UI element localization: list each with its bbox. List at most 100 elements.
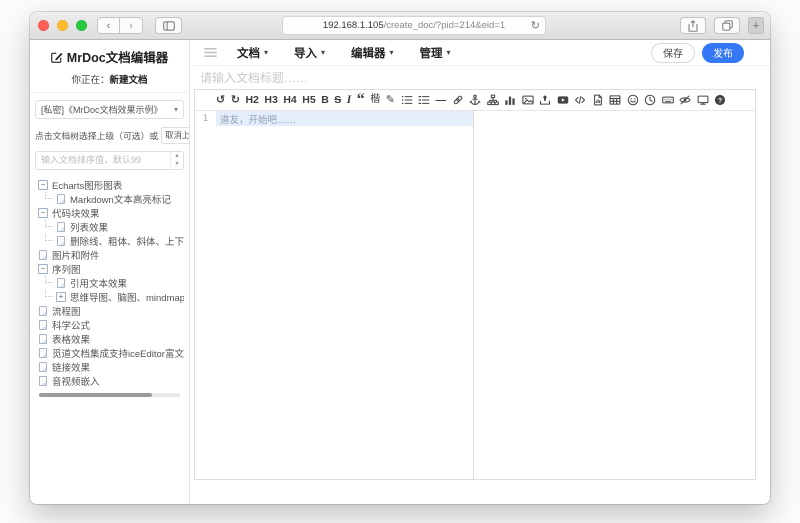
number-stepper[interactable]: ▲ ▼ — [170, 152, 183, 169]
collapse-icon[interactable]: − — [38, 208, 48, 218]
heading5-icon[interactable]: H5 — [302, 94, 315, 106]
collapse-icon[interactable]: − — [38, 180, 48, 190]
preview-icon[interactable] — [697, 94, 709, 106]
document-icon — [39, 320, 47, 330]
tree-item[interactable]: 链接效果 — [35, 360, 184, 374]
italic-icon[interactable]: I — [347, 94, 351, 106]
tree-item-label[interactable]: 图片和附件 — [52, 248, 100, 262]
tree-item[interactable]: 图片和附件 — [35, 248, 184, 262]
tree-item[interactable]: −代码块效果 — [35, 206, 184, 220]
forward-button[interactable]: › — [120, 17, 143, 34]
tree-item[interactable]: 音视频嵌入 — [35, 374, 184, 388]
menu-editor[interactable]: 编辑器 ▾ — [351, 45, 394, 61]
menu-import[interactable]: 导入 ▾ — [294, 45, 325, 61]
chart-icon[interactable] — [504, 94, 516, 106]
publish-button[interactable]: 发布 — [702, 43, 744, 63]
heading3-icon[interactable]: H3 — [264, 94, 277, 106]
tree-item[interactable]: 流程图 — [35, 304, 184, 318]
html-entities-icon[interactable] — [662, 94, 674, 106]
tree-item-label[interactable]: 列表效果 — [70, 220, 108, 234]
font-format-icon[interactable]: 楷 — [370, 94, 380, 106]
tree-item-label[interactable]: 思维导图、脑图、mindmap — [70, 290, 184, 304]
tree-item[interactable]: 科学公式 — [35, 318, 184, 332]
main-area: 文档 ▾ 导入 ▾ 编辑器 ▾ 管理 ▾ 保存 发布 ↺ ↻ H2 — [190, 40, 770, 503]
attachment-file-icon[interactable] — [592, 94, 604, 106]
help-icon[interactable]: ? — [714, 94, 726, 106]
edit-pane[interactable]: 道友，开始吧…… — [216, 111, 474, 479]
tree-item[interactable]: 列表效果 — [35, 220, 184, 234]
sidebar: MrDoc文档编辑器 你正在：新建文档 [私密]《MrDoc文档效果示例》 ▾ … — [30, 40, 190, 503]
tree-item-label[interactable]: 流程图 — [52, 304, 81, 318]
strikethrough-icon[interactable]: S — [334, 94, 341, 106]
tree-item-label[interactable]: Markdown文本高亮标记 — [70, 192, 171, 206]
tree-item-label[interactable]: Echarts图形图表 — [52, 178, 122, 192]
image-icon[interactable] — [522, 94, 534, 106]
table-icon[interactable] — [609, 94, 621, 106]
upload-icon[interactable] — [539, 94, 551, 106]
redo-icon[interactable]: ↻ — [231, 94, 240, 106]
stepper-up-icon[interactable]: ▲ — [171, 152, 183, 161]
zoom-window-button[interactable] — [76, 20, 87, 31]
tree-item-label[interactable]: 删除线、粗体、斜体、上下标 — [70, 234, 184, 248]
tree-item-label[interactable]: 引用文本效果 — [70, 276, 127, 290]
tree-item-label[interactable]: 代码块效果 — [52, 206, 100, 220]
datetime-icon[interactable] — [644, 94, 656, 106]
menu-toggle-icon[interactable] — [204, 47, 217, 58]
emoji-icon[interactable] — [627, 94, 639, 106]
tree-item-label[interactable]: 序列图 — [52, 262, 81, 276]
tree-item-label[interactable]: 链接效果 — [52, 360, 90, 374]
new-tab-icon[interactable]: + — [748, 17, 764, 34]
cancel-parent-button[interactable]: 取消上级 — [161, 127, 190, 144]
sort-order-input[interactable] — [36, 155, 170, 165]
expand-icon[interactable]: + — [56, 292, 66, 302]
menu-manage[interactable]: 管理 ▾ — [420, 45, 451, 61]
document-icon — [57, 194, 65, 204]
tree-item[interactable]: Markdown文本高亮标记 — [35, 192, 184, 206]
stepper-down-icon[interactable]: ▼ — [171, 160, 183, 169]
video-icon[interactable] — [557, 94, 569, 106]
minimize-window-button[interactable] — [57, 20, 68, 31]
tree-item-label[interactable]: 觅道文档集成支持iceEditor富文本编辑器 — [52, 346, 184, 360]
tree-item[interactable]: + 思维导图、脑图、mindmap — [35, 290, 184, 304]
tree-connector-line — [45, 290, 53, 298]
menu-manage-label: 管理 — [420, 45, 443, 61]
tree-item[interactable]: 引用文本效果 — [35, 276, 184, 290]
watch-icon[interactable] — [679, 94, 691, 106]
undo-icon[interactable]: ↺ — [216, 94, 225, 106]
sitemap-icon[interactable] — [487, 94, 499, 106]
tree-item-label[interactable]: 科学公式 — [52, 318, 90, 332]
tree-item-label[interactable]: 表格效果 — [52, 332, 90, 346]
tab-overview-icon[interactable] — [714, 17, 740, 34]
ordered-list-icon[interactable] — [418, 94, 430, 106]
link-icon[interactable] — [452, 94, 464, 106]
sidebar-toggle-icon[interactable] — [155, 17, 182, 34]
horizontal-rule-icon[interactable]: — — [436, 94, 447, 106]
share-icon[interactable] — [680, 17, 706, 34]
heading2-icon[interactable]: H2 — [245, 94, 258, 106]
tree-item[interactable]: 觅道文档集成支持iceEditor富文本编辑器 — [35, 346, 184, 360]
highlight-pen-icon[interactable]: ✎ — [386, 94, 395, 106]
save-button[interactable]: 保存 — [651, 43, 695, 63]
tree-item[interactable]: −序列图 — [35, 262, 184, 276]
tree-item-label[interactable]: 音视频嵌入 — [52, 374, 100, 388]
tree-scrollbar-thumb[interactable] — [39, 393, 152, 397]
collapse-icon[interactable]: − — [38, 264, 48, 274]
code-icon[interactable] — [574, 94, 586, 106]
bold-icon[interactable]: B — [321, 94, 329, 106]
project-select[interactable]: [私密]《MrDoc文档效果示例》 ▾ — [35, 100, 184, 119]
unordered-list-icon[interactable] — [401, 94, 413, 106]
close-window-button[interactable] — [38, 20, 49, 31]
menu-document[interactable]: 文档 ▾ — [237, 45, 268, 61]
tree-item[interactable]: −Echarts图形图表 — [35, 178, 184, 192]
heading4-icon[interactable]: H4 — [283, 94, 296, 106]
quote-icon[interactable]: “ — [357, 95, 365, 105]
back-button[interactable]: ‹ — [97, 17, 120, 34]
reload-icon[interactable]: ↻ — [531, 19, 540, 32]
address-bar[interactable]: 192.168.1.105/create_doc/?pid=214&eid=1 … — [282, 16, 546, 35]
active-line[interactable]: 道友，开始吧…… — [216, 111, 473, 126]
tree-item[interactable]: 删除线、粗体、斜体、上下标 — [35, 234, 184, 248]
tree-item[interactable]: 表格效果 — [35, 332, 184, 346]
anchor-icon[interactable] — [469, 94, 481, 106]
doc-title-input[interactable] — [200, 71, 760, 85]
tree-scrollbar[interactable] — [39, 393, 180, 397]
